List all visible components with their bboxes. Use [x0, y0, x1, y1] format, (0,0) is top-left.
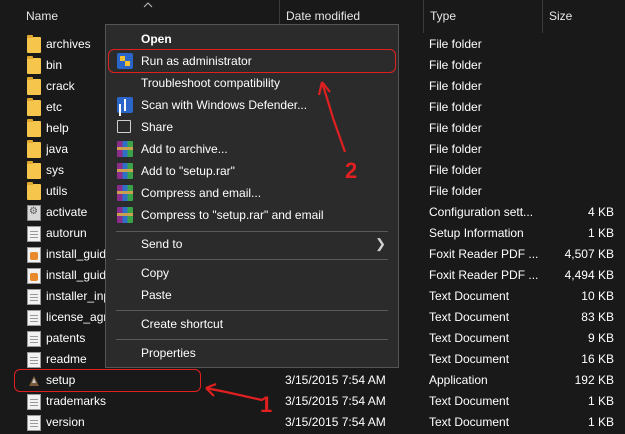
- annotation-number-1: 1: [260, 392, 273, 417]
- annotation-arrows: [205, 81, 347, 402]
- annotation-number-2: 2: [345, 158, 358, 183]
